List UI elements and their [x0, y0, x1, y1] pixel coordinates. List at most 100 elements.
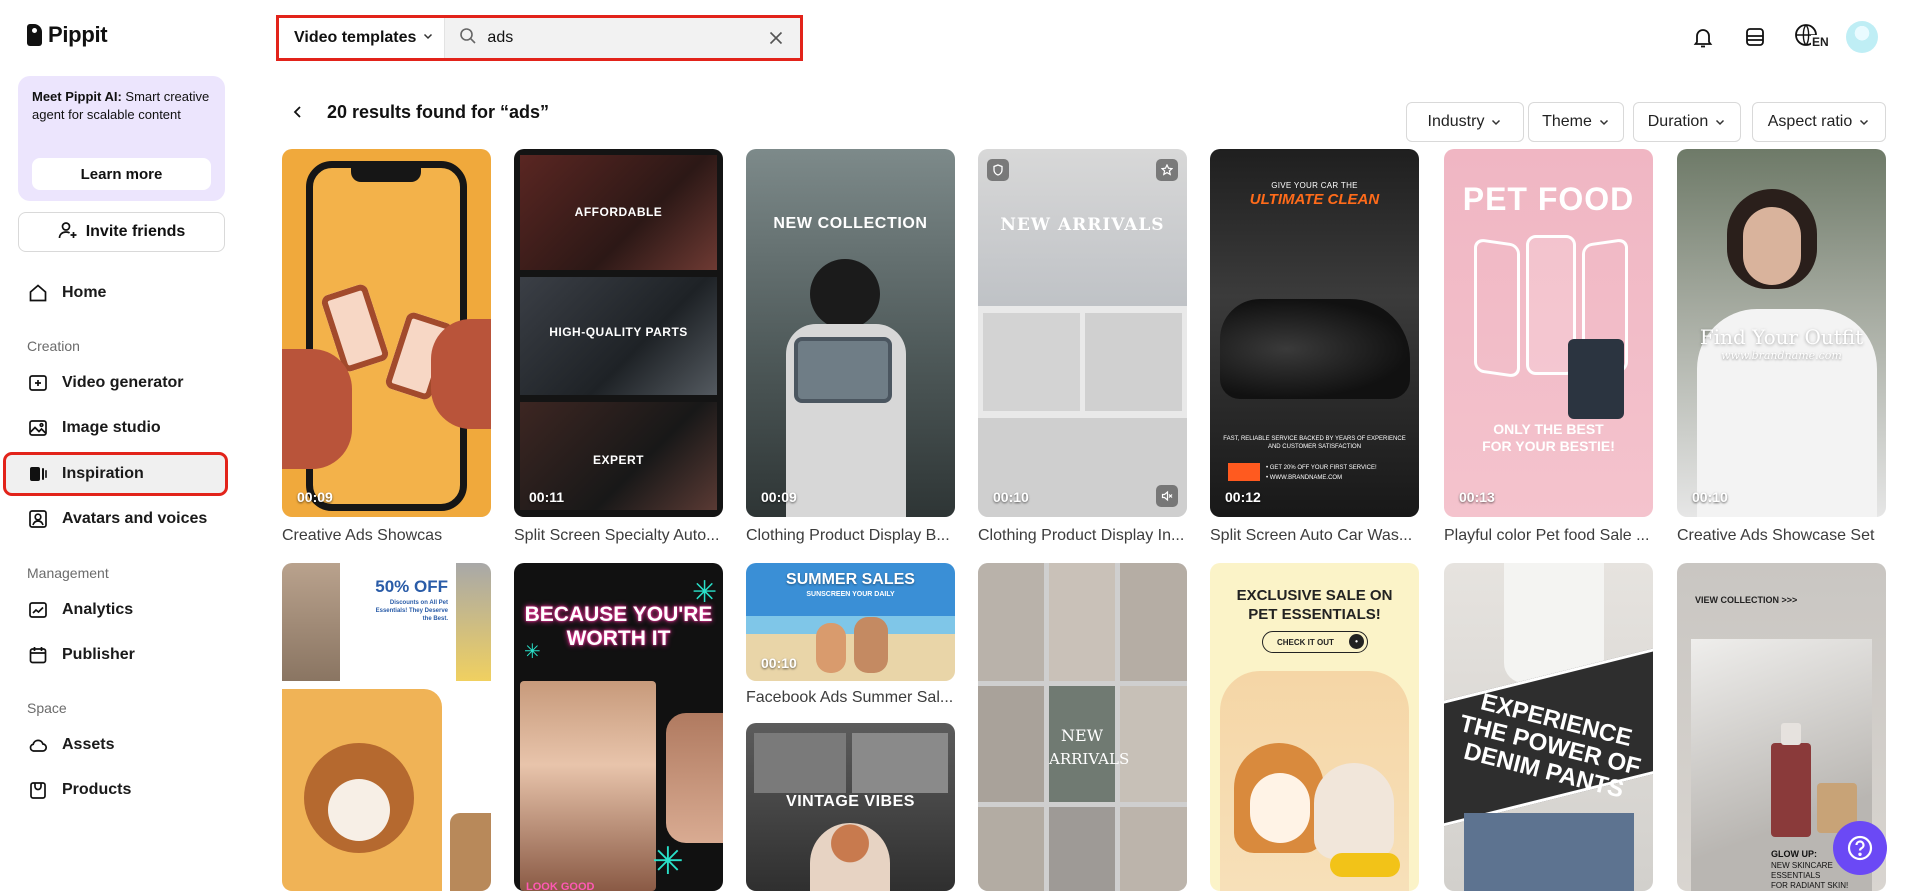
- search-category-dropdown[interactable]: Video templates: [279, 18, 446, 58]
- chevron-down-icon: [1860, 119, 1869, 126]
- overlay-text: HIGH-QUALITY PARTS: [549, 325, 688, 339]
- filter-duration[interactable]: Duration: [1633, 102, 1741, 142]
- search-input[interactable]: [487, 29, 756, 47]
- sidebar-item-label: Assets: [62, 736, 115, 753]
- avatar: [1846, 21, 1878, 53]
- overlay-text: NEW SKINCARE: [1771, 861, 1833, 870]
- overlay-text: GLOW UP:: [1771, 849, 1817, 859]
- overlay-text: SUNSCREEN YOUR DAILY: [806, 591, 895, 598]
- sparkle-icon: ✳: [524, 641, 541, 663]
- template-card[interactable]: NEW ARRIVALS 00:10: [978, 149, 1187, 517]
- overlay-text: SUMMER SALES: [786, 571, 915, 588]
- sidebar-item-avatars-voices[interactable]: Avatars and voices: [18, 500, 225, 538]
- invite-friends-button[interactable]: Invite friends: [18, 212, 225, 252]
- sidebar: Pippit Meet Pippit AI: Smart creative ag…: [0, 0, 240, 891]
- template-card[interactable]: EXCLUSIVE SALE ON PET ESSENTIALS! CHECK …: [1210, 563, 1419, 891]
- logo[interactable]: Pippit: [27, 22, 108, 48]
- inbox-icon[interactable]: [1737, 18, 1773, 56]
- template-card[interactable]: 00:09: [282, 149, 491, 517]
- template-card[interactable]: PET FOOD ONLY THE BEST FOR YOUR BESTIE! …: [1444, 149, 1653, 517]
- invite-friends-label: Invite friends: [85, 223, 186, 240]
- avatar-icon: [28, 509, 48, 529]
- template-title[interactable]: Split Screen Specialty Auto...: [514, 527, 723, 545]
- template-title[interactable]: Clothing Product Display In...: [978, 527, 1187, 545]
- filter-theme[interactable]: Theme: [1528, 102, 1624, 142]
- sidebar-item-publisher[interactable]: Publisher: [18, 636, 225, 674]
- chevron-down-icon: [1492, 119, 1501, 126]
- overlay-text: EXCLUSIVE SALE ON: [1236, 587, 1393, 604]
- section-creation: Creation: [27, 338, 80, 354]
- overlay-text: • WWW.BRANDNAME.COM: [1266, 475, 1343, 481]
- sidebar-item-assets[interactable]: Assets: [18, 726, 225, 764]
- sidebar-item-video-generator[interactable]: Video generator: [18, 364, 225, 402]
- chevron-left-icon: [293, 106, 301, 118]
- language-selector[interactable]: EN: [1792, 18, 1832, 56]
- learn-more-button[interactable]: Learn more: [32, 158, 211, 190]
- overlay-text: VINTAGE VIBES: [786, 793, 915, 810]
- sidebar-item-label: Inspiration: [62, 465, 144, 482]
- template-title[interactable]: Playful color Pet food Sale ...: [1444, 527, 1653, 545]
- shield-icon: [987, 159, 1009, 181]
- clear-search-icon[interactable]: [766, 28, 786, 48]
- sidebar-item-label: Analytics: [62, 601, 134, 618]
- chevron-down-icon: [1599, 119, 1608, 126]
- sidebar-item-products[interactable]: Products: [18, 771, 225, 809]
- overlay-text: • GET 20% OFF YOUR FIRST SERVICE!: [1266, 465, 1377, 471]
- user-avatar[interactable]: [1844, 18, 1880, 56]
- sparkle-icon: ✳: [692, 576, 718, 609]
- section-management: Management: [27, 565, 109, 581]
- template-card[interactable]: Find Your Outfit www.brandname.com 00:10: [1677, 149, 1886, 517]
- filter-aspect-ratio[interactable]: Aspect ratio: [1752, 102, 1886, 142]
- template-title[interactable]: Facebook Ads Summer Sal...: [746, 689, 955, 707]
- template-card[interactable]: VINTAGE VIBES: [746, 723, 955, 891]
- sidebar-item-label: Home: [62, 284, 107, 301]
- template-title[interactable]: Split Screen Auto Car Was...: [1210, 527, 1419, 545]
- template-title[interactable]: Creative Ads Showcase Set: [1677, 527, 1886, 545]
- chevron-down-icon: [1716, 119, 1725, 126]
- template-title[interactable]: Clothing Product Display B...: [746, 527, 955, 545]
- star-icon[interactable]: [1156, 159, 1178, 181]
- template-card[interactable]: NEW COLLECTION 00:09: [746, 149, 955, 517]
- overlay-text: EXPERT: [592, 453, 644, 467]
- template-card[interactable]: BECAUSE YOU'RE WORTH IT ✳ ✳ ✳ LOOK GOOD: [514, 563, 723, 891]
- overlay-text: VIEW COLLECTION >>>: [1695, 595, 1798, 605]
- search-icon: [459, 27, 477, 50]
- sidebar-item-home[interactable]: Home: [18, 274, 225, 312]
- template-card[interactable]: GIVE YOUR CAR THE ULTIMATE CLEAN FAST, R…: [1210, 149, 1419, 517]
- overlay-text: NEW COLLECTION: [773, 215, 928, 232]
- filter-industry[interactable]: Industry: [1406, 102, 1524, 142]
- sidebar-item-analytics[interactable]: Analytics: [18, 591, 225, 629]
- template-card[interactable]: 50% OFF Discounts on All Pet Essentials!…: [282, 563, 491, 891]
- sidebar-item-label: Avatars and voices: [62, 510, 208, 527]
- sidebar-item-inspiration[interactable]: Inspiration: [3, 452, 228, 496]
- back-button[interactable]: [288, 102, 308, 122]
- template-card[interactable]: EXPERIENCE THE POWER OF DENIM PANTS: [1444, 563, 1653, 891]
- filter-label: Duration: [1647, 113, 1709, 130]
- add-user-icon: [58, 220, 78, 245]
- template-card[interactable]: SUMMER SALES SUNSCREEN YOUR DAILY 00:10: [746, 563, 955, 681]
- sidebar-item-label: Products: [62, 781, 132, 798]
- duration-badge: 00:10: [993, 489, 1029, 505]
- mute-icon[interactable]: [1156, 485, 1178, 507]
- language-label: EN: [1811, 35, 1830, 49]
- bell-icon[interactable]: [1685, 18, 1721, 56]
- inspiration-icon: [28, 464, 48, 484]
- sidebar-item-image-studio[interactable]: Image studio: [18, 409, 225, 447]
- overlay-text: Discounts on All Pet Essentials! They De…: [375, 600, 448, 622]
- sidebar-item-label: Video generator: [62, 374, 184, 391]
- overlay-text: LOOK GOOD: [526, 881, 595, 891]
- overlay-text: PET ESSENTIALS!: [1248, 606, 1381, 623]
- duration-badge: 00:09: [297, 489, 333, 505]
- overlay-text: ARRIVALS: [1049, 750, 1130, 768]
- template-card[interactable]: AFFORDABLE HIGH-QUALITY PARTS EXPERT 00:…: [514, 149, 723, 517]
- search-category-label: Video templates: [294, 29, 417, 46]
- overlay-text: FAST, RELIABLE SERVICE BACKED BY YEARS O…: [1223, 436, 1406, 450]
- template-card[interactable]: NEW ARRIVALS: [978, 563, 1187, 891]
- overlay-text: WORTH IT: [566, 627, 671, 650]
- overlay-text: NEW: [1060, 726, 1104, 745]
- template-title[interactable]: Creative Ads Showcas: [282, 527, 491, 545]
- overlay-text: ESSENTIALS: [1771, 871, 1821, 880]
- help-button[interactable]: [1833, 821, 1887, 875]
- promo-card: Meet Pippit AI: Smart creative agent for…: [18, 76, 225, 201]
- check-it-out-pill: CHECK IT OUT •: [1262, 631, 1368, 653]
